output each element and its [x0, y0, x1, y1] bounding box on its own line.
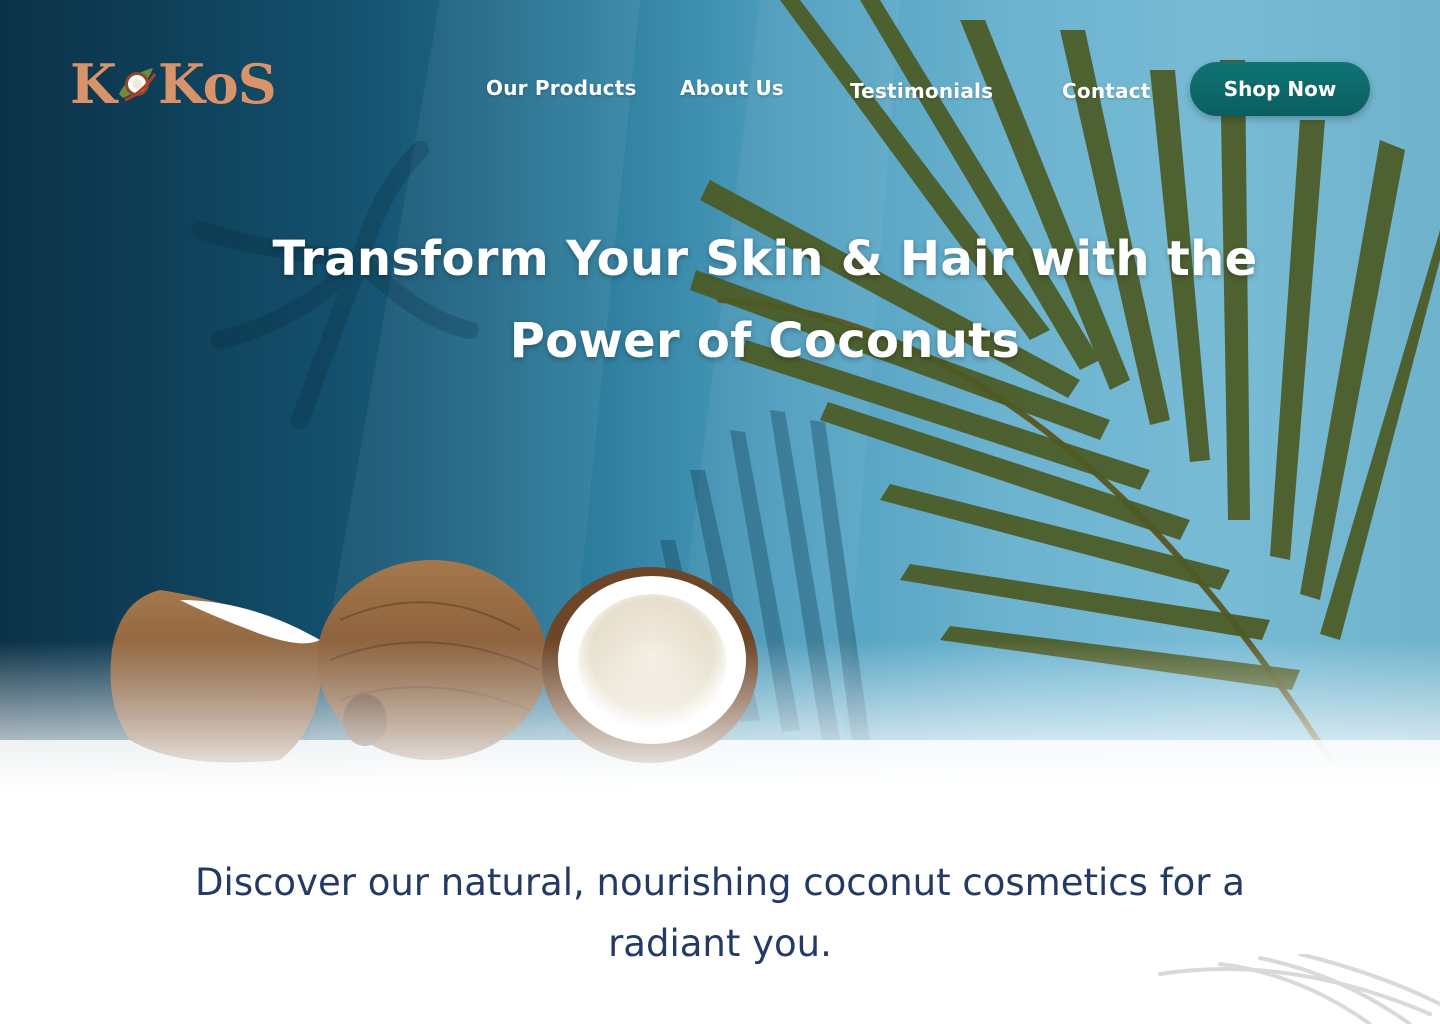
landing-page: K KoS Our Products About Us Testimonials…: [0, 0, 1440, 1024]
nav-link-our-products[interactable]: Our Products: [486, 76, 637, 100]
hero-background-image: [0, 0, 1440, 790]
nav-link-about-us[interactable]: About Us: [680, 76, 784, 100]
logo-text-left: K: [70, 52, 117, 116]
shop-now-button[interactable]: Shop Now: [1190, 62, 1370, 116]
hero-headline-line1: Transform Your Skin & Hair with the: [272, 231, 1258, 287]
decorative-leaf-icon: [1158, 954, 1440, 1024]
brand-logo[interactable]: K KoS: [70, 52, 277, 116]
coconut-half-right: [542, 567, 758, 763]
intro-tagline-line2: radiant you.: [608, 922, 832, 965]
coconut-whole: [317, 560, 547, 760]
nav-link-testimonials[interactable]: Testimonials: [850, 79, 993, 103]
hero-headline: Transform Your Skin & Hair with the Powe…: [200, 218, 1330, 382]
coconut-leaf-icon: [118, 68, 157, 102]
hero-headline-line2: Power of Coconuts: [509, 313, 1021, 369]
main-nav: Our Products About Us Testimonials Conta…: [470, 62, 1390, 118]
nav-link-contact[interactable]: Contact: [1062, 79, 1151, 103]
hero-section: [0, 0, 1440, 790]
intro-tagline-line1: Discover our natural, nourishing coconut…: [195, 861, 1245, 904]
logo-text-right: KoS: [157, 52, 277, 116]
